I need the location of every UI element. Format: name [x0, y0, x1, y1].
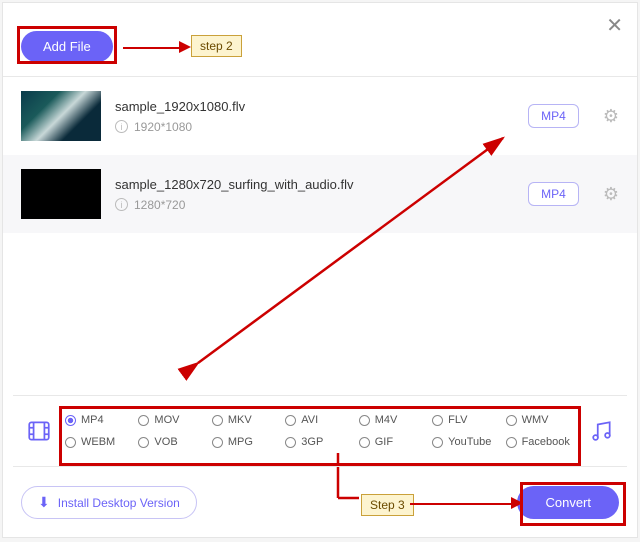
format-label: VOB [154, 436, 177, 448]
format-option-mkv[interactable]: MKV [212, 414, 281, 426]
radio-icon [138, 415, 149, 426]
format-panel: MP4 MOV MKV AVI M4V FLV WMV WEBM VOB MPG… [13, 395, 627, 467]
radio-icon [138, 437, 149, 448]
file-resolution: i 1920*1080 [115, 120, 514, 134]
format-option-mp4[interactable]: MP4 [65, 414, 134, 426]
format-option-m4v[interactable]: M4V [359, 414, 428, 426]
radio-icon [506, 437, 517, 448]
install-desktop-label: Install Desktop Version [58, 496, 180, 510]
radio-icon [212, 437, 223, 448]
format-option-vob[interactable]: VOB [138, 436, 207, 448]
radio-icon [432, 437, 443, 448]
radio-icon [506, 415, 517, 426]
file-thumbnail [21, 169, 101, 219]
radio-icon [212, 415, 223, 426]
file-thumbnail [21, 91, 101, 141]
file-output-format[interactable]: MP4 [528, 182, 579, 206]
annotation-step2-label: step 2 [191, 35, 242, 57]
install-desktop-button[interactable]: ⬇ Install Desktop Version [21, 486, 197, 519]
file-row: sample_1920x1080.flv i 1920*1080 MP4 ⚙ [3, 77, 637, 155]
video-format-icon[interactable] [23, 415, 55, 447]
info-icon: i [115, 120, 128, 133]
file-name: sample_1920x1080.flv [115, 99, 514, 114]
file-resolution-text: 1920*1080 [134, 120, 192, 134]
format-option-facebook[interactable]: Facebook [506, 436, 575, 448]
format-label: MPG [228, 436, 253, 448]
format-option-gif[interactable]: GIF [359, 436, 428, 448]
format-label: FLV [448, 414, 467, 426]
file-row: sample_1280x720_surfing_with_audio.flv i… [3, 155, 637, 233]
format-label: WMV [522, 414, 549, 426]
format-label: WEBM [81, 436, 115, 448]
radio-icon [285, 415, 296, 426]
format-label: MOV [154, 414, 179, 426]
format-label: GIF [375, 436, 393, 448]
info-icon: i [115, 198, 128, 211]
gear-icon[interactable]: ⚙ [603, 184, 619, 205]
format-label: AVI [301, 414, 318, 426]
format-option-wmv[interactable]: WMV [506, 414, 575, 426]
format-option-mov[interactable]: MOV [138, 414, 207, 426]
format-option-flv[interactable]: FLV [432, 414, 501, 426]
annotation-step3-label: Step 3 [361, 494, 414, 516]
file-resolution: i 1280*720 [115, 198, 514, 212]
file-output-format[interactable]: MP4 [528, 104, 579, 128]
radio-icon [285, 437, 296, 448]
convert-button[interactable]: Convert [517, 486, 619, 519]
radio-icon [432, 415, 443, 426]
format-option-avi[interactable]: AVI [285, 414, 354, 426]
format-label: M4V [375, 414, 398, 426]
format-label: YouTube [448, 436, 491, 448]
radio-icon [359, 437, 370, 448]
file-list: sample_1920x1080.flv i 1920*1080 MP4 ⚙ s… [3, 77, 637, 233]
format-option-youtube[interactable]: YouTube [432, 436, 501, 448]
format-label: MP4 [81, 414, 104, 426]
format-option-mpg[interactable]: MPG [212, 436, 281, 448]
radio-icon [359, 415, 370, 426]
format-option-webm[interactable]: WEBM [65, 436, 134, 448]
radio-icon [65, 415, 76, 426]
format-label: 3GP [301, 436, 323, 448]
format-option-3gp[interactable]: 3GP [285, 436, 354, 448]
file-name: sample_1280x720_surfing_with_audio.flv [115, 177, 514, 192]
format-label: Facebook [522, 436, 570, 448]
file-resolution-text: 1280*720 [134, 198, 185, 212]
add-file-button[interactable]: Add File [21, 31, 113, 62]
format-label: MKV [228, 414, 252, 426]
gear-icon[interactable]: ⚙ [603, 106, 619, 127]
radio-icon [65, 437, 76, 448]
audio-format-icon[interactable] [585, 415, 617, 447]
download-icon: ⬇ [38, 494, 50, 511]
